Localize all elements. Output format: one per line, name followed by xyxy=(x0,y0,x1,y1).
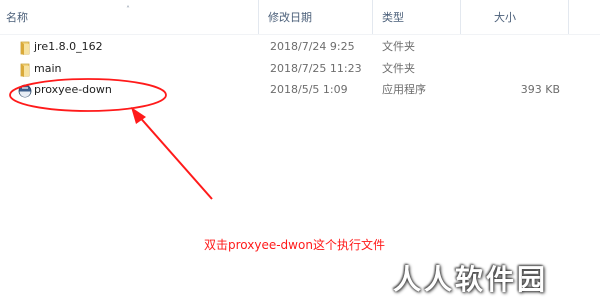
annotation-arrow xyxy=(136,113,213,200)
watermark-logo: 人人软件园 xyxy=(393,263,549,296)
highlight-ellipse xyxy=(9,78,167,112)
annotation-text: 双击proxyee-dwon这个执行文件 xyxy=(204,238,385,252)
